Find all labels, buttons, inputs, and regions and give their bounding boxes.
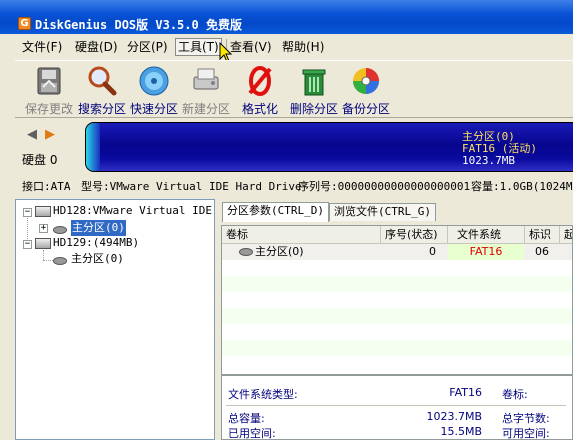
disk-tree: − HD128:VMware Virtual IDE H: + 主分区(0) −… bbox=[15, 199, 215, 440]
menu-file[interactable]: 文件(F) bbox=[22, 38, 62, 56]
save-changes-label: 保存更改 bbox=[24, 102, 73, 116]
toolbar: 保存更改 搜索分区 快速分区 新建分区 格式化 删除分区 备份分区 bbox=[15, 60, 573, 118]
partition-table: 卷标 序号(状态) 文件系统 标识 起 主分区(0) 0 FAT16 06 bbox=[221, 225, 573, 375]
format-button[interactable]: 格式化 bbox=[237, 65, 283, 117]
used-space-label: 已用空间: bbox=[228, 427, 276, 440]
total-bytes-label: 总字节数: bbox=[502, 412, 550, 425]
free-space-label: 可用空间: bbox=[502, 427, 550, 440]
tree-disk-hd128[interactable]: HD128:VMware Virtual IDE H: bbox=[53, 203, 214, 219]
menu-bar: 文件(F) 硬盘(D) 分区(P) 工具(T) 查看(V) 帮助(H) bbox=[15, 36, 573, 63]
save-icon bbox=[33, 65, 65, 97]
hard-disk-icon bbox=[35, 206, 51, 217]
menu-disk[interactable]: 硬盘(D) bbox=[75, 38, 118, 56]
tree-collapse-icon[interactable]: − bbox=[23, 240, 32, 249]
window-title: DiskGenius DOS版 V3.5.0 免费版 bbox=[35, 18, 242, 32]
partition-icon bbox=[53, 226, 67, 234]
partition-edge bbox=[86, 123, 100, 171]
fs-type-value: FAT16 bbox=[449, 386, 482, 399]
row-index: 0 bbox=[429, 245, 436, 258]
details-panel: 分区参数(CTRL_D) 浏览文件(CTRL_G) 卷标 序号(状态) 文件系统… bbox=[219, 199, 573, 440]
backup-pie-icon bbox=[350, 65, 382, 97]
trash-icon bbox=[298, 65, 330, 97]
next-disk-arrow-icon[interactable]: ▶ bbox=[45, 127, 55, 142]
partition-block[interactable]: 主分区(0) FAT16 (活动) 1023.7MB bbox=[85, 122, 573, 172]
quick-partition-button[interactable]: 快速分区 bbox=[129, 65, 179, 117]
table-row-empty bbox=[222, 324, 572, 340]
used-space-value: 15.5MB bbox=[440, 425, 482, 438]
delete-partition-label: 删除分区 bbox=[289, 102, 338, 116]
prev-disk-arrow-icon[interactable]: ◀ bbox=[27, 127, 37, 142]
tree-partition-hd128-0[interactable]: 主分区(0) bbox=[71, 220, 126, 236]
tree-line bbox=[43, 250, 44, 260]
disk-info-bar: 接口:ATA 型号:VMware Virtual IDE Hard Drive … bbox=[15, 177, 573, 197]
row-id: 06 bbox=[535, 245, 549, 258]
delete-partition-button[interactable]: 删除分区 bbox=[289, 65, 339, 117]
menu-partition[interactable]: 分区(P) bbox=[127, 38, 168, 56]
column-header-fs[interactable]: 文件系统 bbox=[448, 226, 525, 244]
row-label: 主分区(0) bbox=[255, 245, 304, 258]
backup-partition-label: 备份分区 bbox=[341, 102, 390, 116]
tree-expand-icon[interactable]: + bbox=[39, 224, 48, 233]
column-header-index[interactable]: 序号(状态) bbox=[381, 226, 448, 244]
new-partition-label: 新建分区 bbox=[181, 102, 230, 116]
column-header-id[interactable]: 标识 bbox=[525, 226, 560, 244]
table-row-empty bbox=[222, 308, 572, 324]
row-filesystem: FAT16 bbox=[448, 244, 524, 260]
quick-partition-label: 快速分区 bbox=[129, 102, 178, 116]
new-partition-button[interactable]: 新建分区 bbox=[181, 65, 231, 117]
capacity-info: 容量:1.0GB(1024MB bbox=[471, 180, 573, 193]
title-bar: G DiskGenius DOS版 V3.5.0 免费版 bbox=[0, 0, 573, 34]
disk-label: 硬盘 0 bbox=[22, 153, 58, 167]
model-info: 型号:VMware Virtual IDE Hard Drive bbox=[81, 180, 302, 193]
total-capacity-label: 总容量: bbox=[228, 412, 265, 425]
table-row-empty bbox=[222, 340, 572, 356]
serial-info: 序列号:00000000000000000001 bbox=[298, 180, 471, 193]
table-row-empty bbox=[222, 292, 572, 308]
tab-partition-params[interactable]: 分区参数(CTRL_D) bbox=[222, 202, 329, 222]
new-disk-icon bbox=[190, 65, 222, 97]
partition-properties: 文件系统类型: FAT16 卷标: 总容量: 1023.7MB 总字节数: 已用… bbox=[221, 375, 573, 440]
column-header-start[interactable]: 起 bbox=[560, 226, 572, 244]
tree-disk-hd129[interactable]: HD129:(494MB) bbox=[53, 235, 139, 251]
backup-partition-button[interactable]: 备份分区 bbox=[341, 65, 391, 117]
table-row-empty bbox=[222, 260, 572, 276]
disk-spin-icon bbox=[138, 65, 170, 97]
menu-view[interactable]: 查看(V) bbox=[230, 38, 272, 56]
fs-type-label: 文件系统类型: bbox=[228, 388, 298, 401]
tree-partition-hd129-0[interactable]: 主分区(0) bbox=[71, 251, 124, 267]
divider bbox=[226, 405, 566, 406]
magnifier-icon bbox=[86, 65, 118, 97]
menu-tools[interactable]: 工具(T) bbox=[175, 38, 222, 56]
menu-help[interactable]: 帮助(H) bbox=[282, 38, 324, 56]
save-changes-button[interactable]: 保存更改 bbox=[23, 65, 75, 117]
tree-collapse-icon[interactable]: − bbox=[23, 208, 32, 217]
interface-info: 接口:ATA bbox=[22, 180, 71, 193]
hard-disk-icon bbox=[35, 238, 51, 249]
format-icon bbox=[244, 65, 276, 97]
table-row-empty bbox=[222, 356, 572, 372]
partition-size: 1023.7MB bbox=[462, 154, 515, 167]
search-partition-label: 搜索分区 bbox=[77, 102, 126, 116]
column-header-label[interactable]: 卷标 bbox=[222, 226, 381, 244]
format-label: 格式化 bbox=[241, 102, 278, 116]
tab-browse-files[interactable]: 浏览文件(CTRL_G) bbox=[329, 203, 436, 221]
search-partition-button[interactable]: 搜索分区 bbox=[77, 65, 127, 117]
table-row-empty bbox=[222, 276, 572, 292]
app-icon: G bbox=[18, 17, 31, 30]
volume-label: 卷标: bbox=[502, 388, 528, 401]
total-capacity-value: 1023.7MB bbox=[426, 410, 482, 423]
disk-map: ◀ ▶ 硬盘 0 主分区(0) FAT16 (活动) 1023.7MB bbox=[15, 118, 573, 176]
partition-icon bbox=[53, 257, 67, 265]
partition-icon bbox=[239, 248, 253, 256]
